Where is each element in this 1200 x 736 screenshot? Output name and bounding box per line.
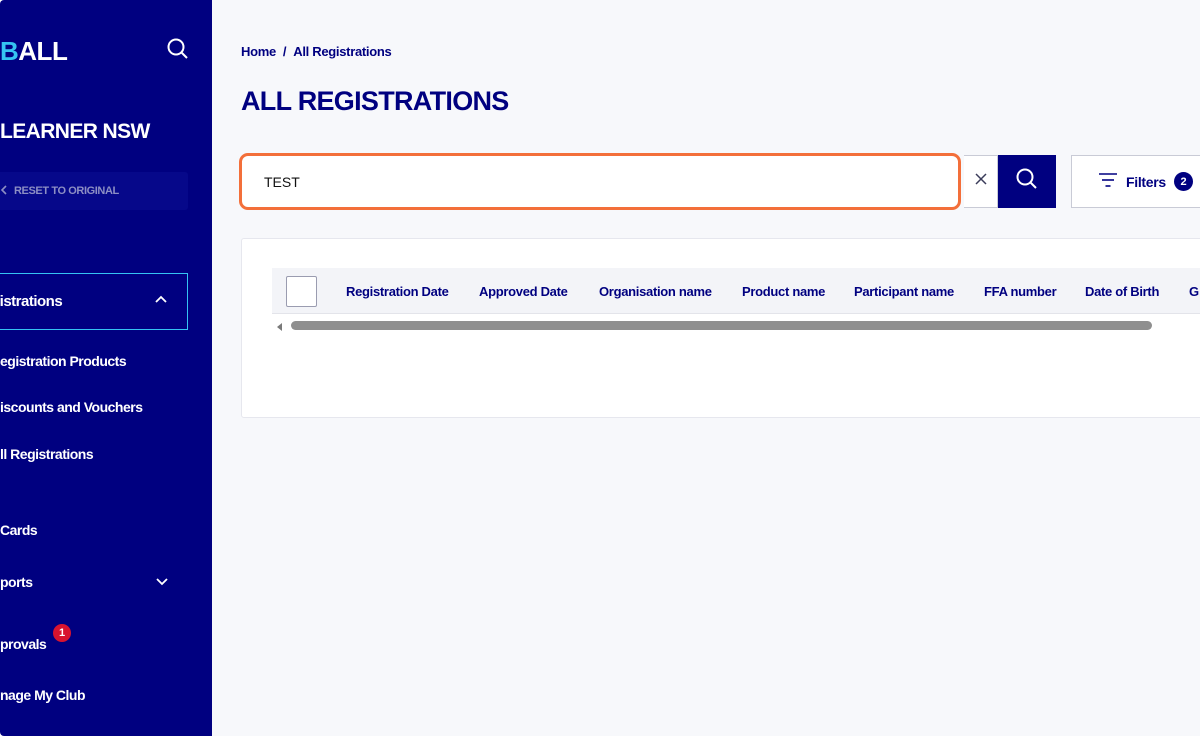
column-approved-date[interactable]: Approved Date (479, 284, 568, 299)
table-header-row: Registration Date Approved Date Organisa… (272, 268, 1200, 314)
sidebar-item-label: gistrations (0, 293, 63, 310)
breadcrumb-current[interactable]: All Registrations (293, 44, 392, 59)
column-date-of-birth[interactable]: Date of Birth (1085, 284, 1159, 299)
column-organisation-name[interactable]: Organisation name (599, 284, 712, 299)
filters-count-badge: 2 (1173, 172, 1193, 191)
sidebar-item-discounts-vouchers[interactable]: iscounts and Vouchers (0, 399, 143, 415)
search-icon[interactable] (166, 37, 190, 61)
search-button[interactable] (998, 155, 1056, 208)
column-gender[interactable]: G (1189, 284, 1199, 299)
logo-accent: B (0, 36, 19, 66)
breadcrumb-home[interactable]: Home (241, 44, 276, 59)
sidebar-item-registrations[interactable]: gistrations (0, 273, 188, 330)
sidebar-item-all-registrations[interactable]: ll Registrations (0, 446, 94, 462)
column-participant-name[interactable]: Participant name (854, 284, 954, 299)
column-registration-date[interactable]: Registration Date (346, 284, 449, 299)
chevron-left-icon (0, 184, 8, 198)
filters-label: Filters (1126, 173, 1166, 190)
clear-search-button[interactable] (964, 155, 998, 208)
chevron-down-icon[interactable] (154, 574, 170, 590)
filter-icon (1098, 172, 1118, 191)
organisation-name: LEARNER NSW (0, 120, 150, 143)
search-input[interactable] (252, 160, 952, 204)
main-content: Home / All Registrations ALL REGISTRATIO… (212, 0, 1200, 736)
page-title: ALL REGISTRATIONS (241, 86, 509, 116)
sidebar-item-approvals[interactable]: provals (0, 636, 47, 652)
sidebar-item-registration-products[interactable]: egistration Products (0, 353, 127, 369)
column-product-name[interactable]: Product name (742, 284, 825, 299)
sidebar: BALL LEARNER NSW RESET TO ORIGINAL gistr… (0, 0, 212, 736)
reset-label: RESET TO ORIGINAL (14, 185, 119, 197)
filters-button[interactable]: Filters 2 (1071, 155, 1200, 208)
app-window: BALL LEARNER NSW RESET TO ORIGINAL gistr… (0, 0, 1200, 736)
column-ffa-number[interactable]: FFA number (984, 284, 1057, 299)
search-icon (1015, 167, 1039, 196)
scroll-left-arrow-icon[interactable] (275, 319, 285, 331)
app-logo[interactable]: BALL (0, 36, 68, 67)
sidebar-item-manage-my-club[interactable]: nage My Club (0, 687, 86, 703)
horizontal-scrollbar[interactable] (291, 321, 1152, 330)
breadcrumb-separator: / (282, 44, 287, 59)
sidebar-item-cards[interactable]: Cards (0, 522, 38, 538)
logo-text: ALL (18, 36, 68, 66)
reset-to-original-button[interactable]: RESET TO ORIGINAL (0, 172, 188, 210)
close-icon (974, 172, 988, 191)
registrations-table-card: Registration Date Approved Date Organisa… (241, 238, 1200, 418)
approvals-count-badge: 1 (53, 624, 71, 642)
chevron-up-icon (153, 291, 169, 312)
select-all-checkbox[interactable] (286, 276, 317, 307)
search-field-wrapper (239, 153, 961, 210)
sidebar-item-reports[interactable]: ports (0, 574, 33, 590)
breadcrumb: Home / All Registrations (241, 44, 392, 59)
